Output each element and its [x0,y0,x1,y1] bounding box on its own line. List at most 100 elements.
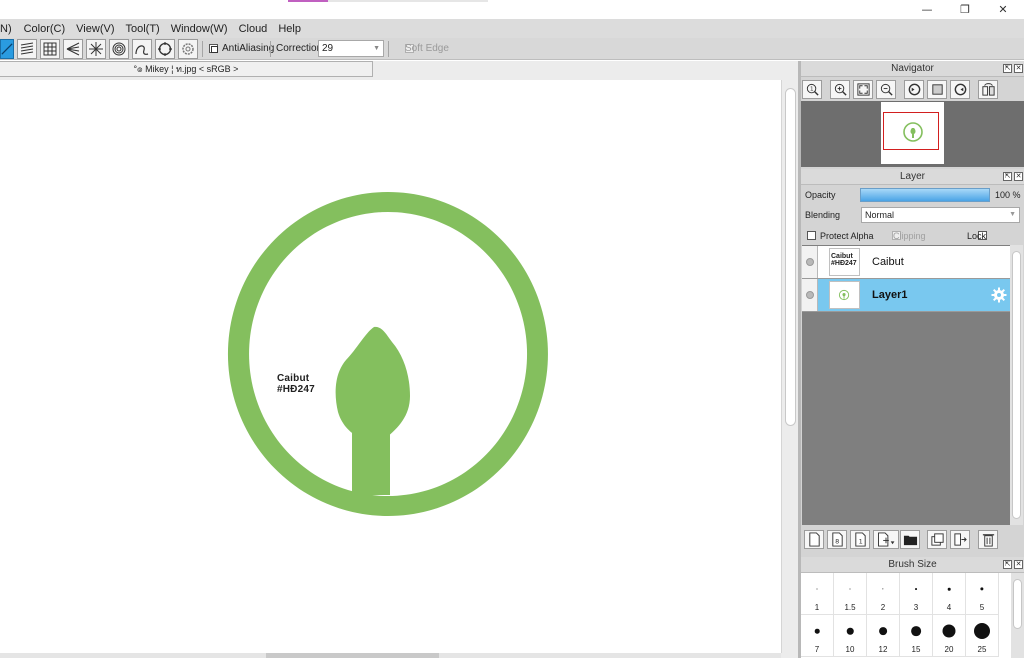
add-layer-icon [878,532,895,547]
brush-size-label: 10 [845,645,855,654]
1bit-layer-icon: 1 [854,532,866,547]
new-folder-button[interactable] [900,530,920,549]
brush-size-cell[interactable]: 25 [966,615,999,657]
title-tab-strip [328,0,488,2]
flip-button[interactable] [978,80,998,99]
brush-size-cell[interactable]: 15 [900,615,933,657]
antialiasing-checkbox[interactable] [209,44,218,53]
layer-visibility-toggle[interactable] [802,246,818,278]
canvas-horizontal-scrollbar[interactable] [0,653,781,658]
scrollbar-thumb[interactable] [1013,579,1022,629]
close-icon[interactable]: ✕ [1014,560,1023,569]
scrollbar-thumb[interactable] [785,88,796,426]
layer-list-scrollbar[interactable] [1010,245,1023,525]
menu-item-help[interactable]: Help [275,23,304,35]
lock-label: Lock [967,231,987,241]
curve-ruler-button[interactable] [132,39,152,59]
brush-size-cell[interactable]: 10 [834,615,867,657]
new-1bit-layer-button[interactable]: 1 [850,530,870,549]
brush-size-cell[interactable]: 7 [801,615,834,657]
brush-size-cell[interactable]: 1 [801,573,834,615]
brush-size-cell[interactable]: 3 [900,573,933,615]
brush-size-cell[interactable]: 1.5 [834,573,867,615]
symmetry-ruler-button[interactable] [178,39,198,59]
brush-size-scrollbar[interactable] [1011,573,1024,658]
minimize-button[interactable]: — [908,0,946,19]
zoom-actual-button[interactable]: 1 [802,80,822,99]
merge-layer-button[interactable] [950,530,970,549]
reset-view-button[interactable] [927,80,947,99]
navigator-title-label: Navigator [891,63,934,74]
layer-row-layer1[interactable]: Layer1 [802,279,1010,312]
artwork-stem [352,428,390,495]
menu-item-cloud[interactable]: Cloud [236,23,271,35]
brush-size-cell[interactable]: 5 [966,573,999,615]
brush-size-dot [980,587,984,591]
rotate-left-icon [908,83,920,96]
concentric-circles-icon [112,42,126,56]
undock-icon[interactable]: ⇱ [1003,560,1012,569]
duplicate-layer-button[interactable] [927,530,947,549]
perspective-icon [66,42,80,56]
brush-size-cell[interactable]: 2 [867,573,900,615]
undock-icon[interactable]: ⇱ [1003,172,1012,181]
brush-size-dot [942,624,956,638]
thumb-text-line1: Caibut [831,253,853,260]
new-8bit-layer-button[interactable]: 8 [827,530,847,549]
layer-row-caibut[interactable]: Caibut #HĐ247 Caibut [802,246,1010,279]
scrollbar-thumb[interactable] [1012,251,1021,519]
gear-icon [182,43,194,55]
zoom-in-button[interactable] [830,80,850,99]
scrollbar-thumb[interactable] [266,653,439,658]
title-accent [288,0,328,2]
brush-size-cell[interactable]: 20 [933,615,966,657]
radial-ruler-button[interactable] [86,39,106,59]
canvas-vertical-scrollbar[interactable] [781,80,798,653]
menu-item-view[interactable]: View(V) [73,23,117,35]
fit-view-button[interactable] [853,80,873,99]
close-button[interactable]: ✕ [984,0,1022,19]
restore-button[interactable]: ❐ [946,0,984,19]
navigator-title: Navigator ⇱ ✕ [801,61,1024,77]
zoom-out-button[interactable] [876,80,896,99]
menu-item-color[interactable]: Color(C) [21,23,69,35]
correction-dropdown[interactable]: 29 ▼ [318,40,384,57]
rotate-left-button[interactable] [904,80,924,99]
gear-icon[interactable] [991,287,1007,306]
close-icon[interactable]: ✕ [1014,64,1023,73]
undock-icon[interactable]: ⇱ [1003,64,1012,73]
brush-size-label: 7 [814,645,820,654]
brush-size-title: Brush Size ⇱ ✕ [801,557,1024,573]
document-tab[interactable]: °๏ Mikey ¦ ท.jpg < sRGB > [0,61,373,77]
opacity-slider[interactable] [860,188,990,202]
brush-size-cell[interactable]: 4 [933,573,966,615]
brush-size-cell[interactable]: 12 [867,615,900,657]
delete-layer-button[interactable] [978,530,998,549]
brush-size-dot [814,628,820,634]
perspective-ruler-button[interactable] [63,39,83,59]
close-icon[interactable]: ✕ [1014,172,1023,181]
blending-dropdown[interactable]: Normal ▼ [861,207,1020,223]
layer-name: Layer1 [872,289,908,301]
grid-ruler-button[interactable] [40,39,60,59]
add-layer-menu-button[interactable] [873,530,899,549]
brush-size-label: 4 [946,603,952,612]
protect-alpha-checkbox[interactable] [807,231,816,240]
concentric-ruler-button[interactable] [109,39,129,59]
rotate-right-button[interactable] [950,80,970,99]
menu-bar: N) Color(C) View(V) Tool(T) Window(W) Cl… [0,19,1024,38]
navigator-view-frame[interactable] [883,112,939,150]
brush-size-dot [816,588,818,590]
brush-size-label: 1.5 [844,603,856,612]
new-layer-button[interactable] [804,530,824,549]
ellipse-ruler-button[interactable] [155,39,175,59]
clipping-label: Clipping [893,231,926,241]
menu-item-tool[interactable]: Tool(T) [122,23,162,35]
brush-size-label: 2 [880,603,886,612]
ruler-line-tool-button[interactable] [0,39,14,59]
menu-item-n[interactable]: N) [0,23,15,35]
layer-visibility-toggle[interactable] [802,279,818,311]
parallel-ruler-button[interactable] [17,39,37,59]
brush-size-dot [846,627,854,635]
menu-item-window[interactable]: Window(W) [168,23,231,35]
